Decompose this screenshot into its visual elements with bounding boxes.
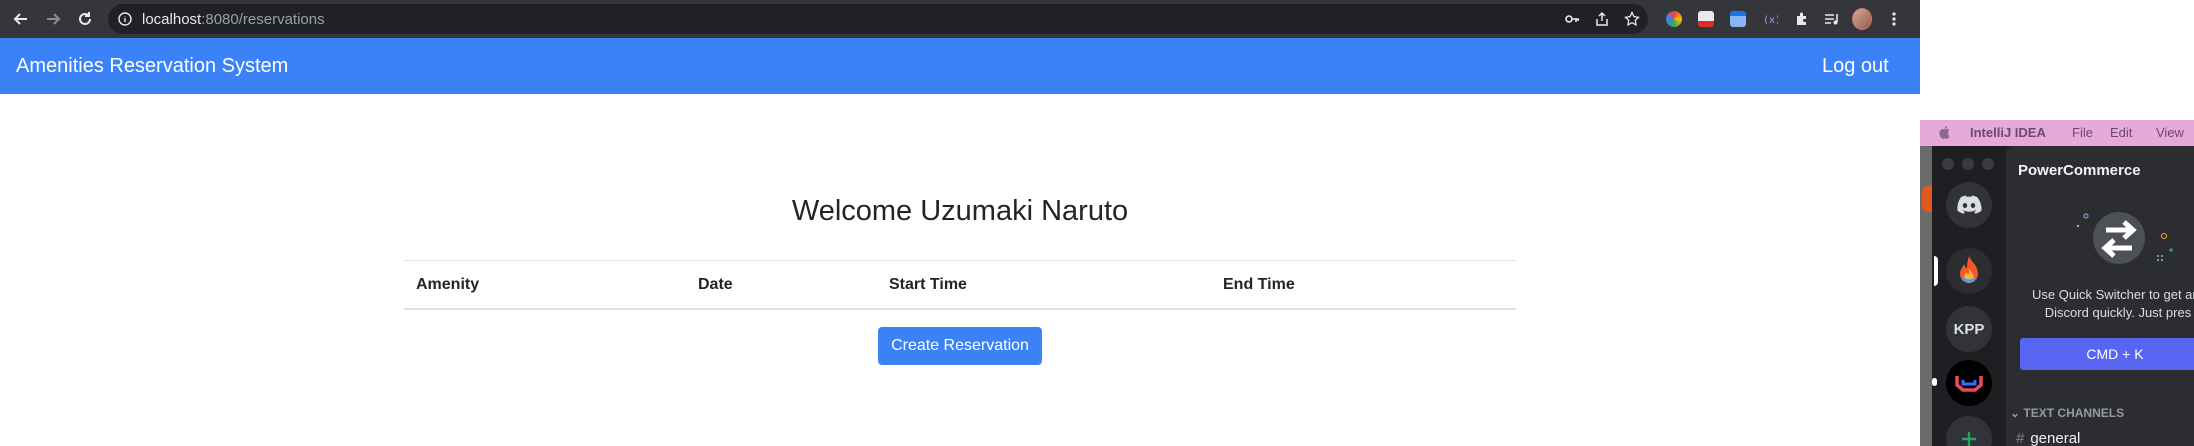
share-icon[interactable] — [1592, 9, 1612, 29]
bookmark-star-icon[interactable] — [1622, 9, 1642, 29]
window-minimize-button[interactable] — [1962, 158, 1974, 170]
hash-icon: # — [2016, 430, 2025, 446]
forward-button[interactable] — [40, 6, 66, 32]
column-header-start-time: Start Time — [877, 260, 1211, 310]
text-channels-header[interactable]: ⌄ TEXT CHANNELS — [2010, 406, 2124, 420]
server-kpp-label: KPP — [1953, 320, 1985, 338]
extensions-puzzle-icon[interactable] — [1792, 9, 1812, 29]
extension-color-icon[interactable] — [1664, 9, 1684, 29]
info-icon[interactable] — [118, 12, 132, 26]
quick-switcher-line-1: Use Quick Switcher to get aro — [2032, 287, 2194, 302]
url-host: localhost — [142, 11, 202, 28]
server-title[interactable]: PowerCommerce — [2018, 162, 2141, 179]
extension-pdf-icon[interactable] — [1696, 9, 1716, 29]
browser-window: localhost:8080/reservations (x) — [0, 0, 1920, 446]
fire-icon — [1960, 256, 1978, 283]
back-arrow-icon — [13, 13, 27, 25]
reload-button[interactable] — [72, 6, 98, 32]
url-path: :8080/reservations — [201, 11, 325, 28]
app-brand[interactable]: Amenities Reservation System — [16, 55, 288, 78]
welcome-heading: Welcome Uzumaki Naruto — [791, 195, 1129, 227]
profile-avatar[interactable] — [1852, 8, 1872, 30]
channel-name: general — [2030, 430, 2081, 446]
column-header-amenity: Amenity — [404, 260, 686, 310]
macos-menubar: IntelliJ IDEA File Edit View — [1920, 120, 2194, 146]
media-control-icon[interactable] — [1822, 9, 1842, 29]
key-icon[interactable] — [1562, 9, 1582, 29]
server-selected-pill — [1934, 256, 1938, 286]
server-unread-pill — [1932, 378, 1937, 386]
dock-app-icon[interactable] — [1922, 186, 1932, 212]
server-fire[interactable] — [1946, 248, 1992, 294]
window-zoom-button[interactable] — [1982, 158, 1994, 170]
plus-icon — [1962, 432, 1976, 446]
create-reservation-button[interactable]: Create Reservation — [878, 327, 1042, 365]
server-logo-icon — [1955, 376, 1983, 392]
app-navbar: Amenities Reservation System Log out — [0, 38, 1920, 94]
server-kpp[interactable]: KPP — [1946, 306, 1992, 352]
url-text: localhost:8080/reservations — [142, 11, 325, 28]
svg-text:(x): (x) — [1763, 15, 1778, 26]
reload-icon — [79, 12, 91, 25]
channel-general[interactable]: # general — [2016, 430, 2080, 446]
chrome-menu-icon[interactable] — [1884, 9, 1904, 29]
quick-switcher-line-2: Discord quickly. Just pres — [2044, 305, 2192, 320]
text-channels-label: TEXT CHANNELS — [2023, 406, 2125, 420]
discord-logo-icon — [1957, 195, 1982, 214]
column-header-end-time: End Time — [1211, 260, 1516, 310]
server-red-blue[interactable] — [1946, 360, 1992, 406]
quick-switcher-tip: Use Quick Switcher to get aro Discord qu… — [2018, 286, 2194, 322]
logout-link[interactable]: Log out — [1822, 55, 1889, 78]
table-header-row: Amenity Date Start Time End Time — [404, 260, 1516, 310]
forward-arrow-icon — [47, 13, 61, 25]
chevron-down-icon: ⌄ — [2010, 406, 2021, 420]
menubar-view[interactable]: View — [2156, 125, 2184, 140]
back-button[interactable] — [8, 6, 34, 32]
menubar-file[interactable]: File — [2072, 125, 2093, 140]
menubar-app-name[interactable]: IntelliJ IDEA — [1970, 125, 2046, 140]
quick-switcher-illustration-icon — [2076, 212, 2173, 264]
column-header-date: Date — [686, 260, 877, 310]
menubar-edit[interactable]: Edit — [2110, 125, 2132, 140]
browser-toolbar: localhost:8080/reservations (x) — [0, 0, 1920, 38]
discord-home-button[interactable] — [1946, 182, 1992, 228]
cmd-k-button[interactable]: CMD + K — [2020, 338, 2194, 370]
reservations-table: Amenity Date Start Time End Time — [404, 260, 1516, 310]
apple-icon[interactable] — [1938, 125, 1952, 139]
extension-window-icon[interactable] — [1728, 9, 1748, 29]
extension-formula-icon[interactable]: (x) — [1760, 9, 1780, 29]
address-bar[interactable]: localhost:8080/reservations — [108, 4, 1648, 34]
window-close-button[interactable] — [1942, 158, 1954, 170]
